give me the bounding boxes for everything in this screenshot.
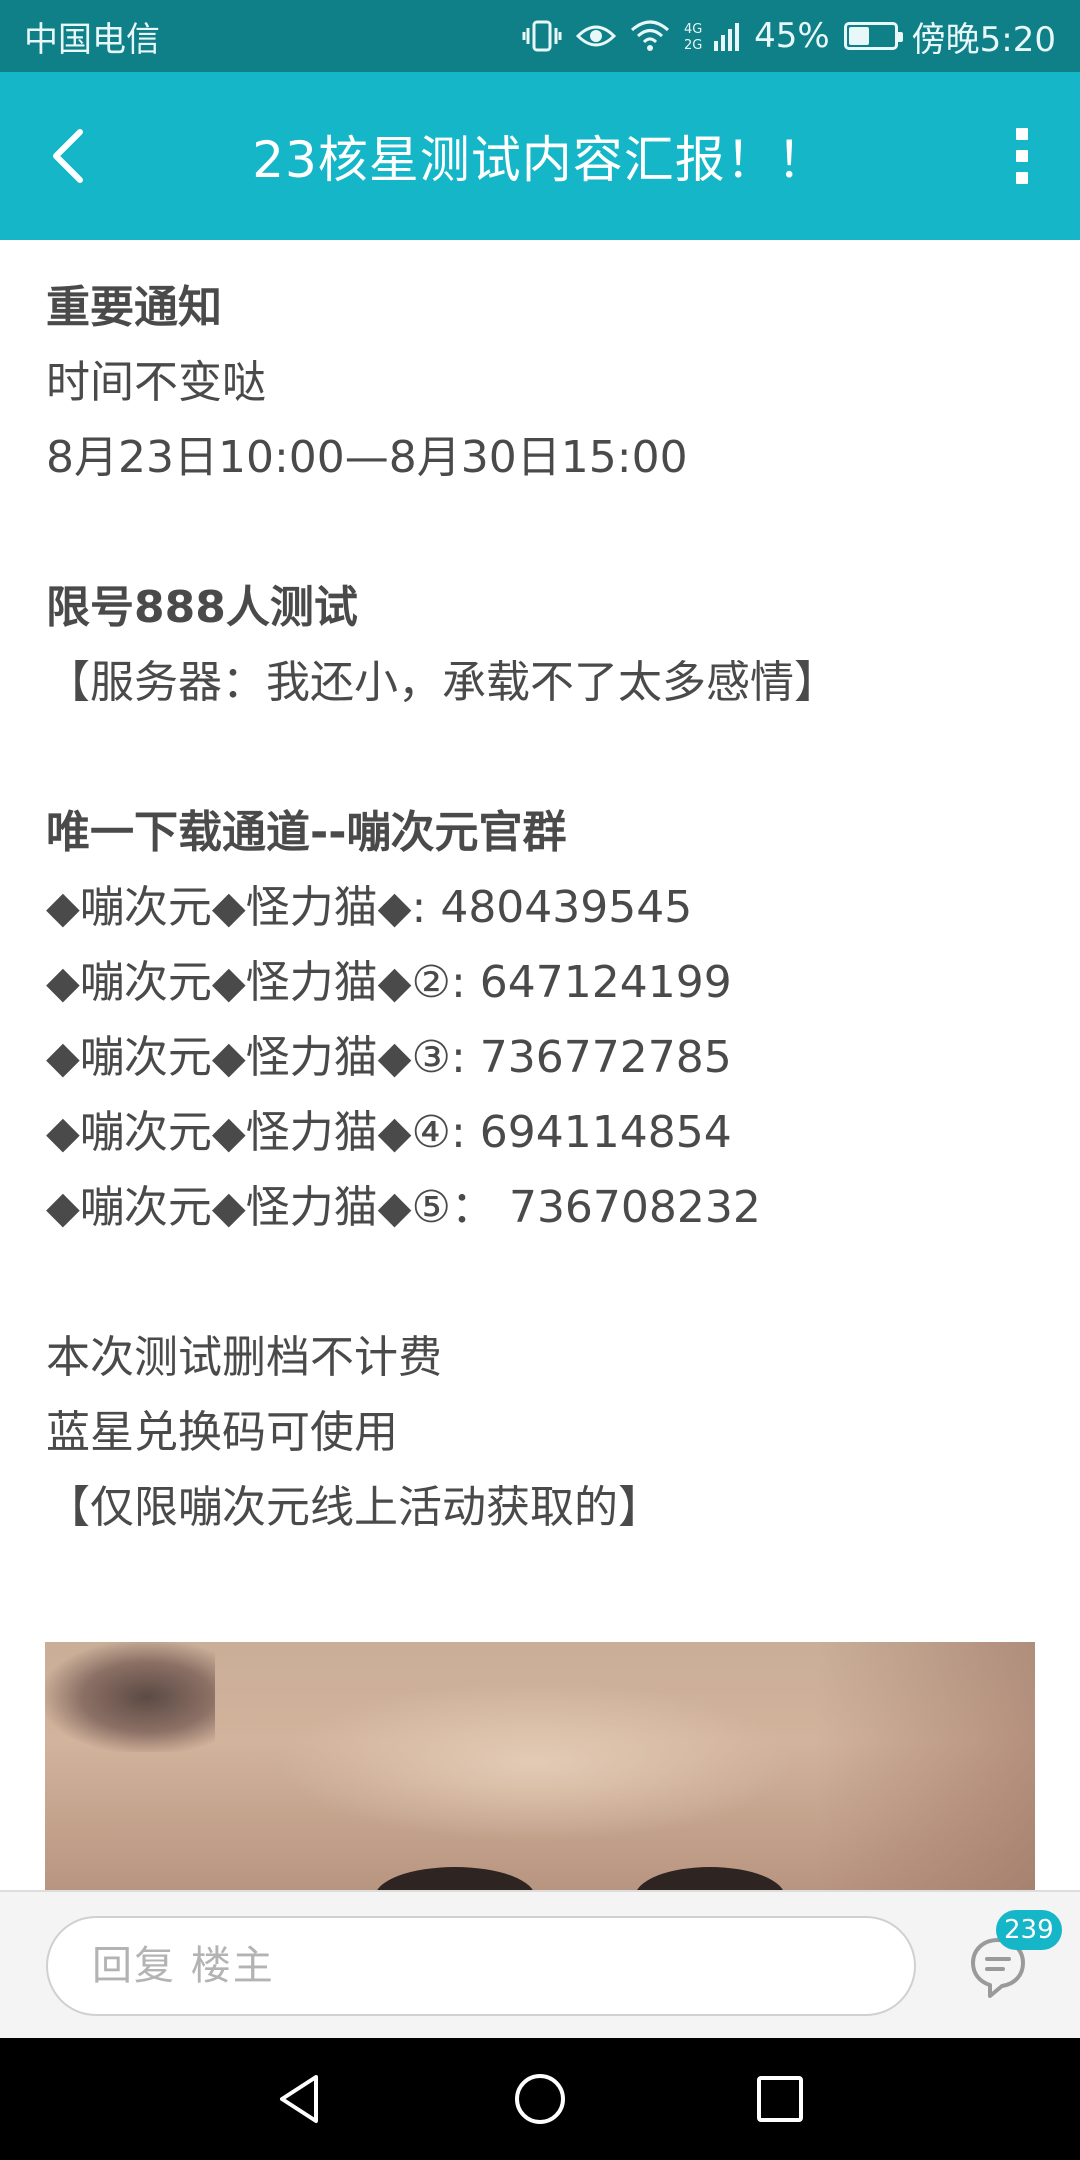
more-options-button[interactable] bbox=[992, 116, 1052, 196]
group-line: ◆嘣次元◆怪力猫◆③: 736772785 bbox=[46, 1032, 732, 1083]
code-note: 蓝星兑换码可使用 bbox=[46, 1407, 398, 1458]
group-line: ◆嘣次元◆怪力猫◆④: 694114854 bbox=[46, 1107, 732, 1158]
group-line: ◆嘣次元◆怪力猫◆: 480439545 bbox=[46, 882, 693, 933]
more-vert-icon bbox=[1016, 128, 1028, 140]
reply-bar: 回复 楼主 239 bbox=[0, 1890, 1080, 2038]
back-button[interactable] bbox=[28, 116, 108, 196]
status-icons: 4G 2G 45% 傍晚5:20 bbox=[522, 12, 1056, 61]
post-body: 重要通知 时间不变哒 8月23日10:00—8月30日15:00 限号888人测… bbox=[46, 270, 1036, 1545]
notice-heading: 重要通知 bbox=[46, 282, 222, 333]
carrier-label: 中国电信 bbox=[24, 19, 160, 60]
nav-home-icon[interactable] bbox=[510, 2069, 570, 2129]
battery-level bbox=[848, 27, 869, 45]
time-note: 时间不变哒 bbox=[46, 357, 266, 408]
battery-percent: 45% bbox=[754, 16, 830, 56]
group-line: ◆嘣次元◆怪力猫◆⑤： 736708232 bbox=[46, 1182, 761, 1233]
svg-text:2G: 2G bbox=[684, 38, 702, 53]
download-heading: 唯一下载通道--嘣次元官群 bbox=[46, 807, 567, 858]
back-arrow-icon bbox=[53, 129, 83, 183]
limit-heading: 限号888人测试 bbox=[46, 582, 358, 633]
page-title: 23核星测试内容汇报！！ bbox=[252, 131, 828, 189]
code-limit-note: 【仅限嘣次元线上活动获取的】 bbox=[46, 1482, 662, 1533]
system-nav-bar bbox=[0, 2038, 1080, 2160]
server-note: 【服务器：我还小，承载不了太多感情】 bbox=[46, 657, 838, 708]
battery-icon bbox=[843, 22, 903, 50]
eye-icon bbox=[576, 21, 617, 51]
nav-back-icon[interactable] bbox=[270, 2069, 330, 2129]
app-bar: 23核星测试内容汇报！！ bbox=[0, 72, 1080, 240]
network-type-label: 4G bbox=[684, 22, 702, 37]
signal-icon: 4G 2G bbox=[684, 19, 740, 53]
clock-label: 傍晚5:20 bbox=[911, 19, 1056, 60]
nav-recents-icon[interactable] bbox=[750, 2069, 810, 2129]
reply-input[interactable]: 回复 楼主 bbox=[46, 1916, 916, 2016]
status-bar: 中国电信 4G 2G 45% 傍晚5:20 bbox=[0, 0, 1080, 72]
comment-count-badge: 239 bbox=[996, 1910, 1062, 1950]
wifi-icon bbox=[630, 20, 670, 52]
time-range: 8月23日10:00—8月30日15:00 bbox=[46, 432, 688, 483]
post-image-cat[interactable] bbox=[45, 1642, 1035, 1890]
vibrate-icon bbox=[522, 18, 562, 54]
group-line: ◆嘣次元◆怪力猫◆②: 647124199 bbox=[46, 957, 732, 1008]
wipe-note: 本次测试删档不计费 bbox=[46, 1332, 442, 1383]
